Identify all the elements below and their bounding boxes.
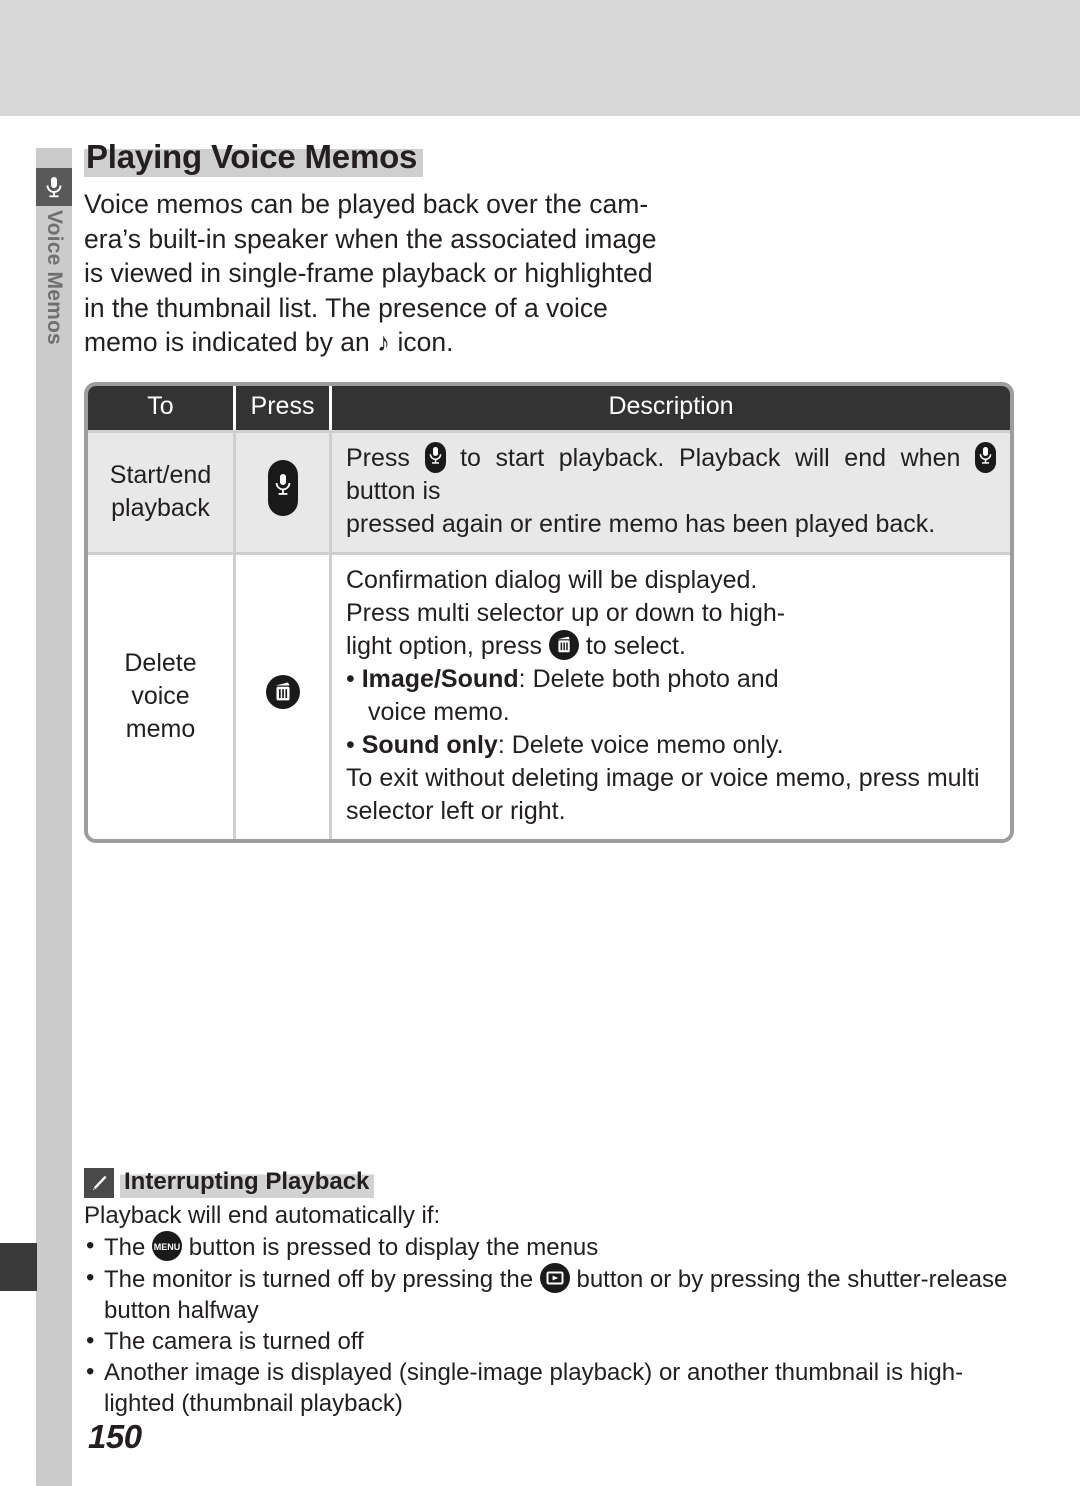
row2-desc-line-2: Press multi selector up or down to high- — [346, 598, 786, 627]
row2-desc-line-3-after: to select. — [585, 631, 686, 660]
playback-button-icon[interactable] — [539, 1263, 570, 1293]
pencil-icon — [84, 1168, 114, 1198]
intro-paragraph: Voice memos can be played back over the … — [84, 187, 694, 360]
note-title: Interrupting Playback — [120, 1168, 375, 1198]
table-row: Start/end playback Press to start playba… — [88, 429, 1010, 552]
list-item: Another image is displayed (single-image… — [84, 1356, 1014, 1419]
chapter-label-text: Voice Memos — [43, 210, 66, 345]
row2-desc-line-5: selector left or right. — [346, 796, 566, 825]
row2-action-line1: Delete — [124, 649, 197, 677]
column-header-to: To — [88, 385, 236, 430]
mic-button-icon[interactable] — [424, 441, 446, 473]
mic-button-icon[interactable] — [267, 459, 298, 516]
row2-action-line3: memo — [125, 715, 196, 743]
row1-desc-seg-4: pressed again or entire memo has been pl… — [346, 509, 936, 538]
row2-bullet-1-text: : Delete both photo and — [518, 664, 779, 693]
menu-button-icon[interactable]: MENU — [152, 1231, 183, 1261]
note-item-4-text: Another image is displayed (single-image… — [104, 1359, 964, 1386]
microphone-icon — [36, 168, 72, 206]
row1-description-cell: Press to start playback. Playback will e… — [332, 429, 1010, 552]
row2-desc-line-1: Confirmation dialog will be displayed. — [346, 565, 758, 594]
intro-line-4: in the thumbnail list. The presence of a… — [84, 292, 608, 323]
trash-button-icon[interactable] — [548, 629, 579, 660]
row2-bullet-2: • Sound only: Delete voice memo only. — [346, 730, 784, 759]
row1-action-label: Start/end playback — [88, 429, 236, 552]
row2-desc-line-3-before: light option, press — [346, 631, 542, 660]
note-item-1-before: The — [104, 1234, 146, 1261]
note-item-4-cont: lighted (thumbnail playback) — [104, 1390, 403, 1417]
row2-bullet-2-text: : Delete voice memo only. — [497, 730, 784, 759]
row2-bullet-1-label: Image/Sound — [361, 664, 519, 693]
row2-bullet-1-cont: voice memo. — [368, 697, 510, 726]
column-header-description: Description — [332, 385, 1010, 430]
row2-desc-line-4: To exit without deleting image or voice … — [346, 763, 980, 792]
page-top-band — [0, 0, 1080, 116]
row2-description-cell: Confirmation dialog will be displayed. P… — [332, 551, 1010, 839]
mic-button-icon[interactable] — [974, 441, 996, 473]
intro-line-1: Voice memos can be played back over the … — [84, 189, 649, 219]
row1-press-cell — [236, 429, 332, 552]
intro-line-3: is viewed in single-frame playback or hi… — [84, 258, 653, 288]
note-item-2-after: button or by pressing the shutter-releas… — [576, 1266, 1008, 1293]
row1-action-line2: playback — [111, 494, 210, 522]
note-item-1-after: button is pressed to display the menus — [188, 1234, 599, 1261]
list-item: The camera is turned off — [84, 1325, 1014, 1357]
row1-desc-seg-1: Press — [346, 443, 410, 472]
list-item: The monitor is turned off by pressing th… — [84, 1262, 1014, 1326]
svg-text:MENU: MENU — [154, 1242, 181, 1252]
row2-press-cell — [236, 551, 332, 839]
row1-action-line1: Start/end — [109, 461, 212, 489]
column-header-press: Press — [236, 385, 332, 430]
intro-line-5-after: icon. — [397, 327, 454, 357]
trash-button-icon[interactable] — [265, 675, 300, 709]
page-number: 150 — [88, 1418, 142, 1455]
note-item-3-text: The camera is turned off — [104, 1328, 364, 1355]
voice-memo-controls-table: To Press Description Start/end playback — [84, 381, 1014, 843]
note-item-2-cont: button halfway — [104, 1297, 259, 1324]
page-edge-marker — [0, 1243, 37, 1291]
chapter-label: Voice Memos — [36, 210, 72, 410]
row2-action-label: Delete voice memo — [88, 551, 236, 839]
page-content: Playing Voice Memos Voice memos can be p… — [84, 138, 1014, 843]
note-item-2-before: The monitor is turned off by pressing th… — [104, 1266, 534, 1293]
list-item: The MENU button is pressed to display th… — [84, 1230, 1014, 1263]
row1-desc-seg-3: button is — [346, 476, 441, 505]
intro-line-5: memo is indicated by an ♪ icon. — [84, 327, 454, 357]
page-title: Playing Voice Memos — [84, 138, 424, 177]
table-header-row: To Press Description — [88, 385, 1010, 430]
note-title-row: Interrupting Playback — [84, 1168, 1014, 1198]
interrupting-playback-note: Interrupting Playback Playback will end … — [84, 1168, 1014, 1419]
row2-bullet-1: • Image/Sound: Delete both photo and — [346, 664, 779, 693]
intro-line-2: era’s built-in speaker when the associat… — [84, 223, 657, 254]
note-list: The MENU button is pressed to display th… — [84, 1230, 1014, 1419]
note-lead-text: Playback will end automatically if: — [84, 1202, 441, 1229]
row2-bullet-2-label: Sound only — [361, 730, 498, 759]
table-row: Delete voice memo Confirmation dialog wi… — [88, 551, 1010, 839]
music-note-icon: ♪ — [377, 327, 391, 357]
row1-desc-seg-2: to start playback. Playback will end whe… — [460, 443, 961, 472]
row2-action-line2: voice — [131, 682, 190, 710]
row2-desc-line-3: light option, press to select. — [346, 629, 996, 663]
intro-line-5-before: memo is indicated by an — [84, 327, 370, 357]
